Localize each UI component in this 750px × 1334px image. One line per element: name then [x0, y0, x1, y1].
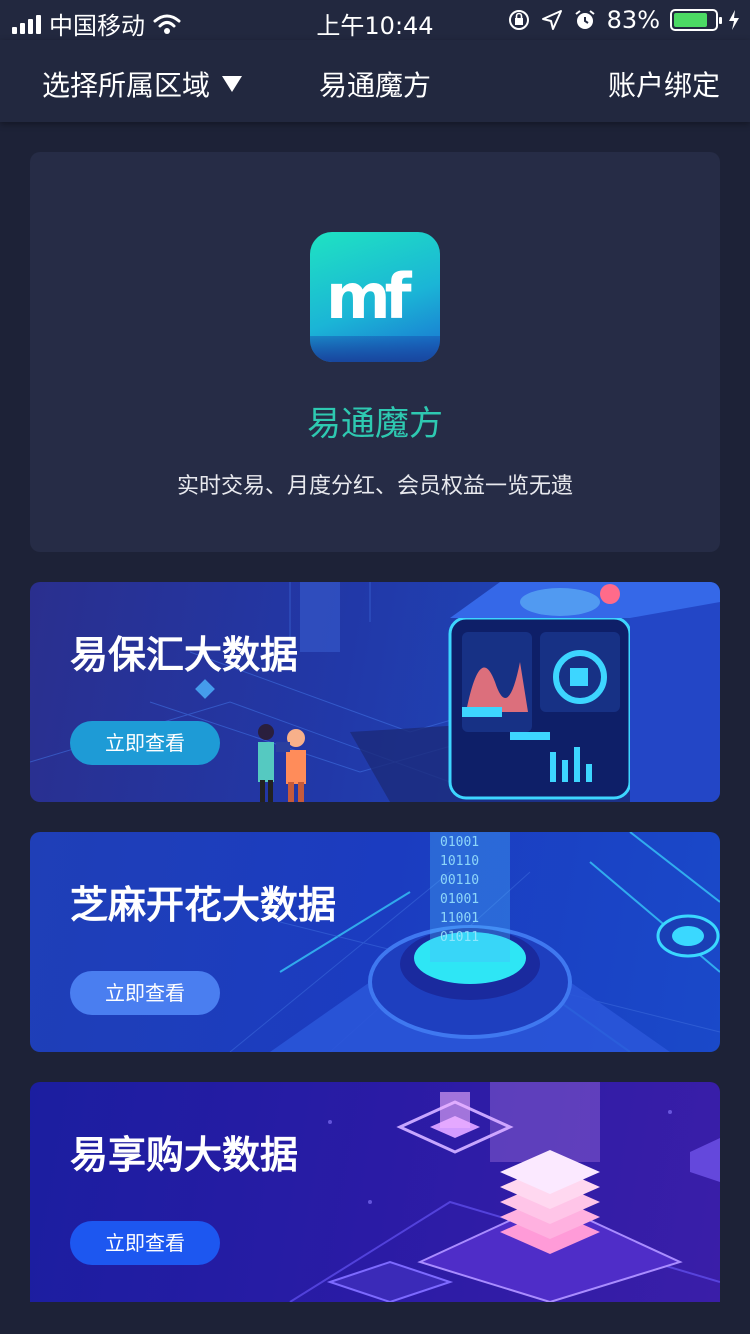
view-now-button[interactable]: 立即查看 — [70, 1221, 220, 1265]
banner-yixianggou[interactable]: 易享购大数据 立即查看 — [30, 1082, 720, 1302]
intro-title: 易通魔方 — [307, 404, 443, 444]
banner-title: 易享购大数据 — [70, 1133, 299, 1177]
binary-text: 00110 — [440, 873, 479, 888]
banner-title: 易保汇大数据 — [70, 633, 299, 677]
battery-icon — [670, 9, 722, 31]
app-intro-card: mf 易通魔方 实时交易、月度分红、会员权益一览无遗 — [30, 152, 720, 552]
charging-bolt-icon — [729, 10, 739, 30]
region-selector[interactable]: 选择所属区域 — [42, 64, 243, 104]
region-label: 选择所属区域 — [42, 69, 211, 102]
account-bind-button[interactable]: 账户绑定 — [608, 64, 720, 104]
server-stack-illustration — [289, 1082, 720, 1302]
alarm-icon — [575, 10, 595, 29]
data-beam-illustration: 01001 10110 00110 01001 11001 01011 — [229, 832, 720, 1052]
data-dashboard-illustration — [30, 582, 720, 802]
battery-percent: 83% — [606, 6, 660, 34]
battery-fill — [674, 13, 708, 27]
nav-bar: 选择所属区域 易通魔方 账户绑定 — [0, 40, 750, 122]
rotation-lock-icon — [508, 10, 529, 30]
binary-text: 01011 — [440, 930, 479, 945]
app-logo-icon: mf — [310, 232, 440, 362]
binary-text: 01001 — [440, 835, 479, 850]
intro-subtitle: 实时交易、月度分红、会员权益一览无遗 — [176, 474, 573, 499]
status-right: 83% — [507, 6, 740, 34]
banner-title: 芝麻开花大数据 — [70, 883, 337, 927]
binary-text: 10110 — [440, 854, 479, 869]
view-now-button[interactable]: 立即查看 — [70, 971, 220, 1015]
binary-text: 11001 — [440, 911, 479, 926]
view-now-button[interactable]: 立即查看 — [70, 721, 220, 765]
binary-text: 01001 — [440, 892, 479, 907]
status-bar: 中国移动 上午10:44 83% — [0, 0, 750, 40]
banner-zhima[interactable]: 01001 10110 00110 01001 11001 01011 芝麻开花大数据 立… — [30, 832, 720, 1052]
location-icon — [541, 10, 562, 30]
banner-yibaohui[interactable]: 易保汇大数据 立即查看 — [30, 582, 720, 802]
dropdown-triangle-icon — [222, 76, 243, 92]
